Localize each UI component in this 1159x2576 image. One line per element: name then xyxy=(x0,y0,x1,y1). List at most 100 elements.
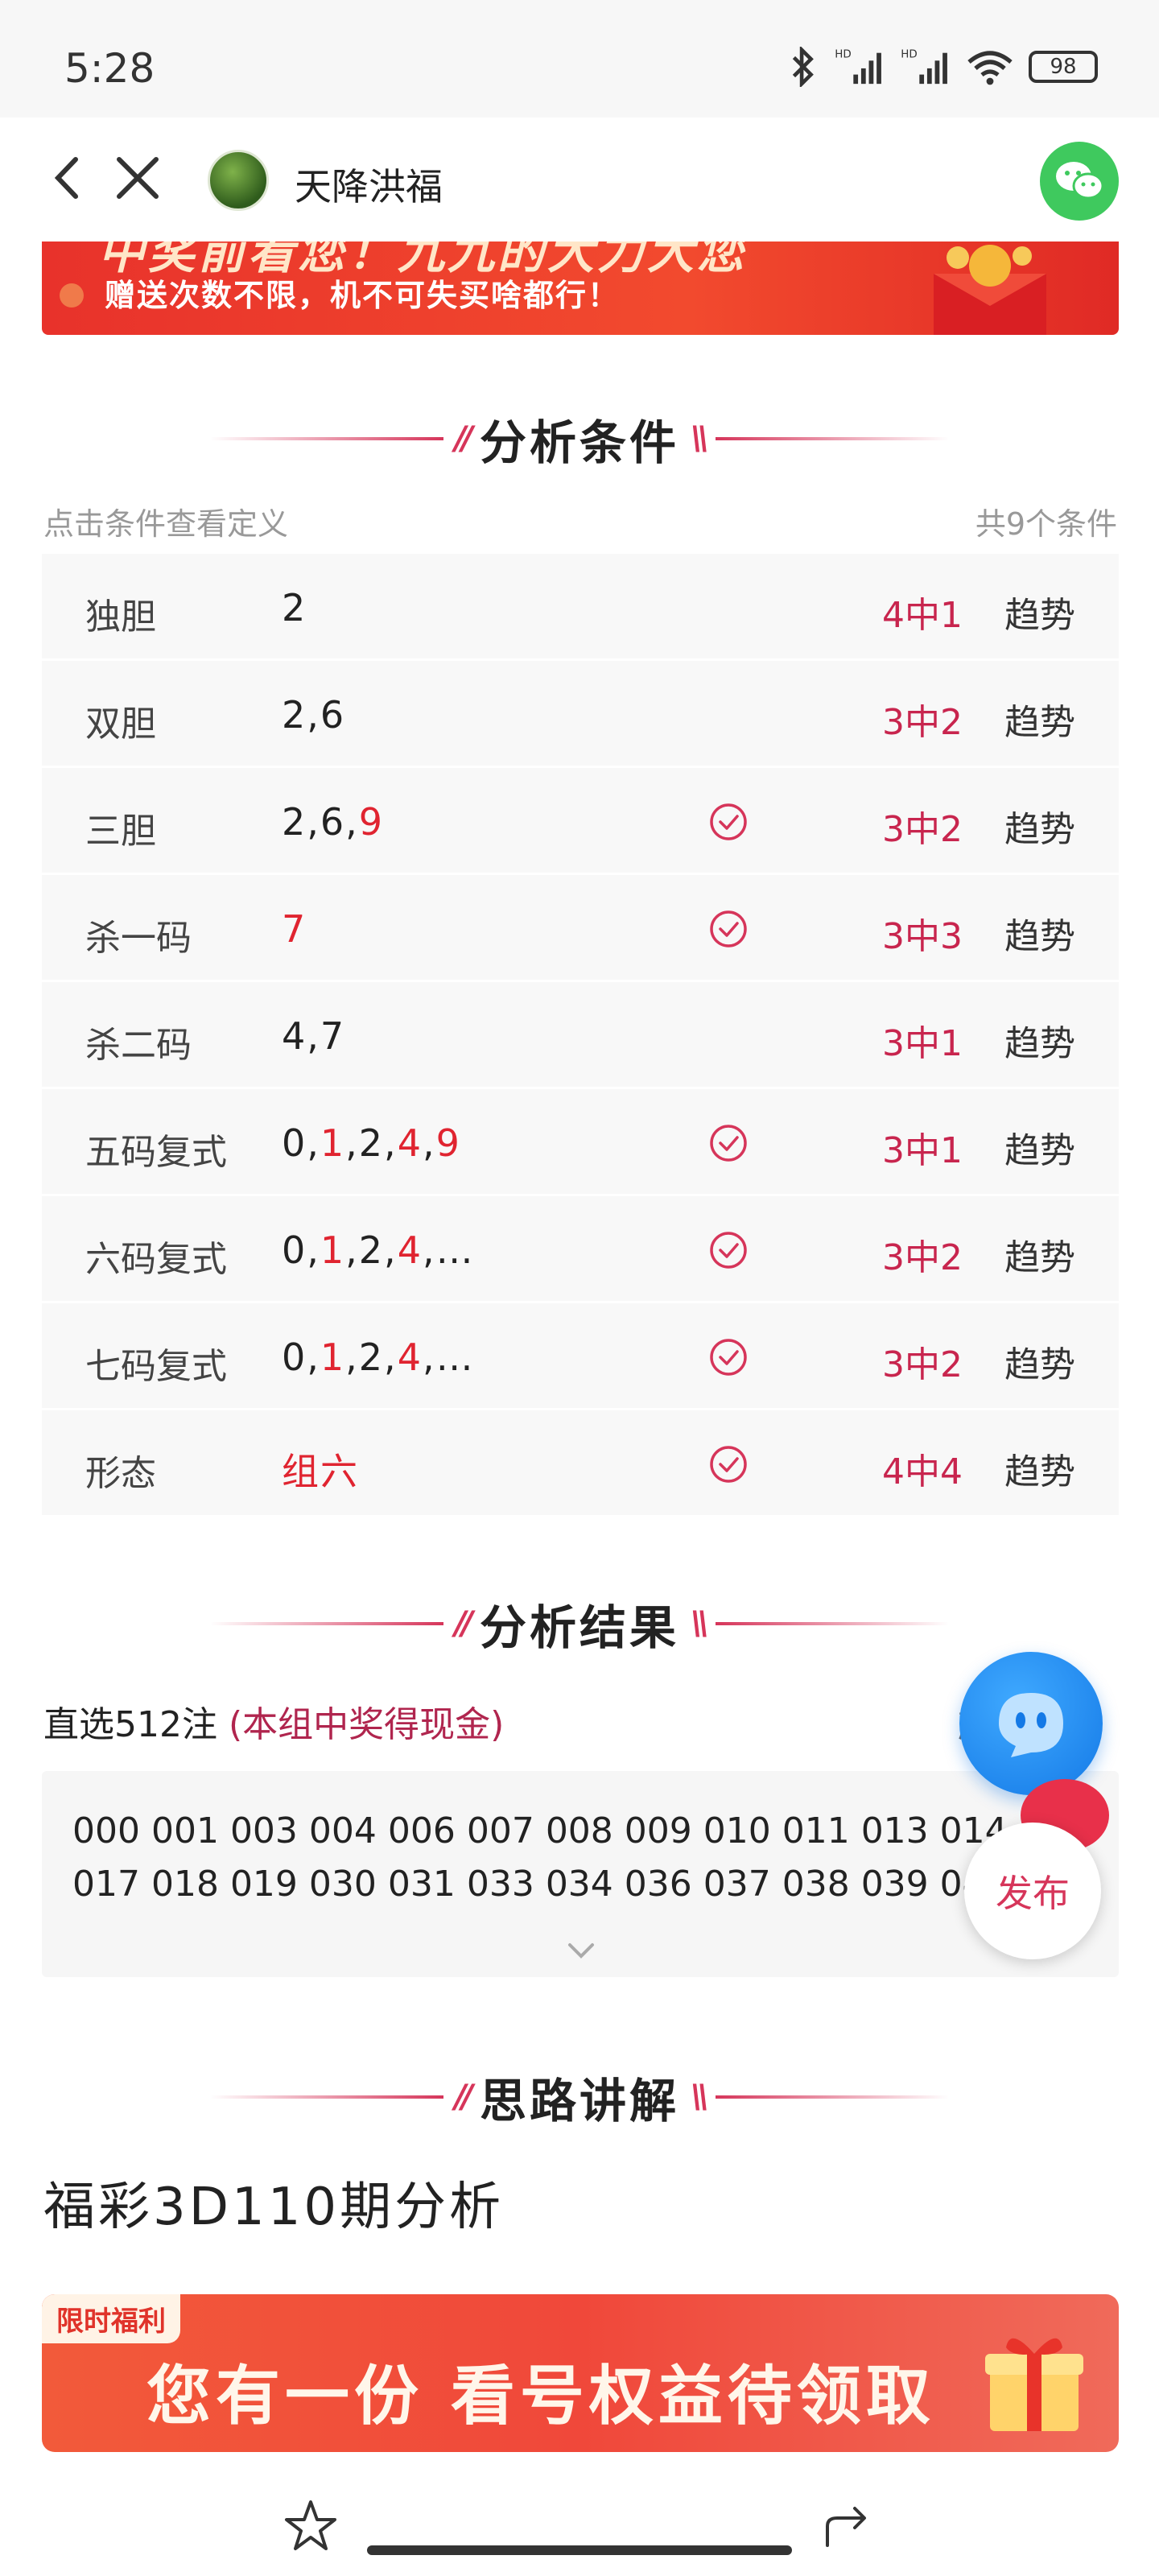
wechat-icon xyxy=(1056,162,1104,200)
condition-value: 2,6 xyxy=(282,693,345,737)
condition-name[interactable]: 双胆 xyxy=(85,695,156,746)
condition-hit-rate: 4中4 xyxy=(882,1451,963,1492)
check-circle-icon xyxy=(710,1446,747,1483)
condition-name[interactable]: 形态 xyxy=(85,1444,156,1496)
condition-name[interactable]: 杀二码 xyxy=(85,1016,192,1067)
status-time: 5:28 xyxy=(64,45,155,92)
condition-value-part: 0, xyxy=(282,1335,320,1379)
chevron-down-icon[interactable] xyxy=(563,1938,599,1963)
publish-button[interactable]: 发布 xyxy=(964,1823,1101,1959)
condition-row[interactable]: 七码复式 0,1,2,4,… 3中2 趋势 xyxy=(42,1303,1119,1410)
limited-offer-tag: 限时福利 xyxy=(42,2294,180,2343)
condition-value-part: 4 xyxy=(397,1121,423,1165)
condition-value-part: ,2, xyxy=(345,1121,398,1165)
wifi-icon xyxy=(967,51,1013,85)
condition-row[interactable]: 独胆 2 4中1 趋势 xyxy=(42,554,1119,661)
condition-value-part: 组六 xyxy=(282,1450,359,1493)
results-numbers-box[interactable]: 000 001 003 004 006 007 008 009 010 011 … xyxy=(42,1771,1119,1977)
condition-value-part: ,… xyxy=(422,1228,475,1272)
condition-name[interactable]: 三胆 xyxy=(85,802,156,853)
results-summary: 直选512注 (本组中奖得现金) xyxy=(43,1695,504,1747)
condition-trend-link[interactable]: 趋势 xyxy=(1004,800,1075,852)
condition-value-part: , xyxy=(422,1121,436,1165)
condition-name[interactable]: 独胆 xyxy=(85,588,156,639)
condition-value: 组六 xyxy=(282,1443,359,1496)
condition-trend-link[interactable]: 趋势 xyxy=(1004,1443,1075,1494)
condition-trend-link[interactable]: 趋势 xyxy=(1004,1121,1075,1173)
condition-value-part: 0, xyxy=(282,1121,320,1165)
condition-value: 0,1,2,4,… xyxy=(282,1335,475,1379)
results-numbers: 000 001 003 004 006 007 008 009 010 011 … xyxy=(72,1805,1095,1911)
condition-trend-link[interactable]: 趋势 xyxy=(1004,1228,1075,1280)
wechat-share-button[interactable] xyxy=(1040,142,1119,221)
condition-trend-link[interactable]: 趋势 xyxy=(1004,693,1075,745)
condition-name[interactable]: 五码复式 xyxy=(85,1123,227,1174)
condition-trend-link[interactable]: 趋势 xyxy=(1004,1335,1075,1387)
conditions-hint: 点击条件查看定义 xyxy=(43,506,289,542)
condition-trend-link[interactable]: 趋势 xyxy=(1004,586,1075,638)
star-icon[interactable] xyxy=(282,2497,340,2555)
condition-value-part: 4 xyxy=(397,1228,423,1272)
explain-section-title: // 思路讲解 \\ xyxy=(0,2061,1159,2133)
signal-icon: HD xyxy=(835,48,881,85)
check-circle-icon xyxy=(710,1232,747,1269)
condition-trend-link[interactable]: 趋势 xyxy=(1004,907,1075,959)
condition-value: 2 xyxy=(282,586,307,630)
condition-hit-rate: 3中2 xyxy=(882,809,963,850)
condition-name[interactable]: 杀一码 xyxy=(85,909,192,960)
promo-banner-text: 您有一份 看号权益待领取 xyxy=(146,2359,935,2434)
numbers-line-2: 017 018 019 030 031 033 034 036 037 038 … xyxy=(72,1864,1087,1905)
condition-row[interactable]: 五码复式 0,1,2,4,9 3中1 趋势 xyxy=(42,1089,1119,1196)
red-envelope-icon xyxy=(934,245,1046,335)
condition-value-part: ,… xyxy=(422,1335,475,1379)
gift-icon xyxy=(985,2338,1083,2431)
promo-subtitle: 赠送次数不限，机不可失买啥都行！ xyxy=(105,278,621,313)
conditions-table: 独胆 2 4中1 趋势 双胆 2,6 3中2 趋势 三胆 2,6,9 3中2 趋势 杀一码 7 3中3 趋势杀… xyxy=(42,554,1119,1517)
avatar[interactable] xyxy=(208,150,269,211)
back-icon[interactable] xyxy=(40,150,97,206)
condition-value: 2,6,9 xyxy=(282,800,384,844)
condition-row[interactable]: 杀一码 7 3中3 趋势 xyxy=(42,875,1119,982)
condition-value-part: 4 xyxy=(397,1335,423,1379)
condition-value-part: 1 xyxy=(320,1228,346,1272)
condition-trend-link[interactable]: 趋势 xyxy=(1004,1014,1075,1066)
condition-hit-rate: 3中2 xyxy=(882,1344,963,1385)
condition-row[interactable]: 双胆 2,6 3中2 趋势 xyxy=(42,661,1119,768)
condition-value-part: ,2, xyxy=(345,1335,398,1379)
bottom-action-bar xyxy=(0,2479,1159,2576)
condition-value-part: 0, xyxy=(282,1228,320,1272)
condition-name[interactable]: 六码复式 xyxy=(85,1230,227,1282)
conditions-section-title: // 分析条件 \\ xyxy=(0,402,1159,475)
battery-indicator: 98 xyxy=(1029,51,1098,83)
condition-row[interactable]: 杀二码 4,7 3中1 趋势 xyxy=(42,982,1119,1089)
article-title: 福彩3D110期分析 xyxy=(43,2178,505,2237)
check-circle-icon xyxy=(710,1125,747,1162)
condition-value: 4,7 xyxy=(282,1014,345,1058)
results-section-title: // 分析结果 \\ xyxy=(0,1587,1159,1660)
status-icons: HD HD 98 xyxy=(787,47,1098,87)
condition-value-part: 1 xyxy=(320,1121,346,1165)
condition-value-part: 1 xyxy=(320,1335,346,1379)
floating-chat-button[interactable] xyxy=(959,1652,1103,1795)
chat-bot-icon xyxy=(999,1693,1063,1757)
status-bar: 5:28 HD HD 98 xyxy=(0,0,1159,118)
condition-row[interactable]: 三胆 2,6,9 3中2 趋势 xyxy=(42,768,1119,875)
condition-hit-rate: 3中1 xyxy=(882,1130,963,1171)
close-icon[interactable] xyxy=(109,150,166,206)
condition-hit-rate: 4中1 xyxy=(882,595,963,636)
promo-banner-top[interactable]: 中奖前看您！九九的大力大您 赠送次数不限，机不可失买啥都行！ xyxy=(42,242,1119,335)
condition-hit-rate: 3中1 xyxy=(882,1023,963,1064)
condition-row[interactable]: 形态 组六 4中4 趋势 xyxy=(42,1410,1119,1517)
check-circle-icon xyxy=(710,803,747,840)
condition-hit-rate: 3中2 xyxy=(882,1237,963,1278)
condition-value-part: 2,6 xyxy=(282,693,346,737)
promo-banner-bottom[interactable]: 限时福利 您有一份 看号权益待领取 xyxy=(42,2294,1119,2452)
share-icon[interactable] xyxy=(819,2497,877,2555)
condition-value: 0,1,2,4,9 xyxy=(282,1121,461,1165)
condition-name[interactable]: 七码复式 xyxy=(85,1337,227,1389)
home-indicator xyxy=(367,2545,792,2555)
condition-row[interactable]: 六码复式 0,1,2,4,… 3中2 趋势 xyxy=(42,1196,1119,1303)
condition-value-part: 4,7 xyxy=(282,1014,346,1058)
svg-text:HD: HD xyxy=(901,48,917,60)
coin-decoration xyxy=(60,283,84,308)
